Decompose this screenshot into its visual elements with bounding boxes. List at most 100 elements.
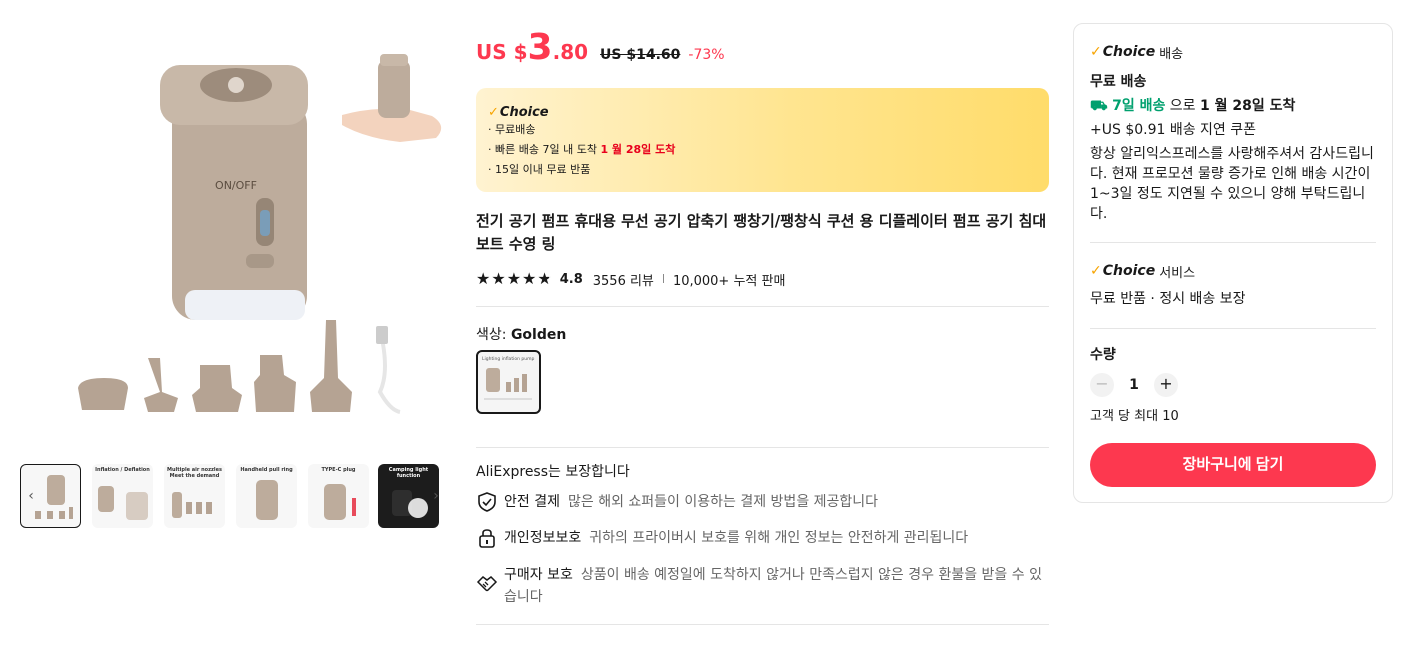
add-to-cart-button[interactable]: 장바구니에 담기	[1090, 443, 1376, 487]
thumbnail-image	[324, 484, 356, 520]
star-icon: ★	[537, 269, 552, 288]
color-swatch-golden[interactable]: Lighting inflation pump	[476, 350, 541, 414]
thumbnail-caption: Inflation / Deflation	[95, 467, 150, 473]
swatch-image: Lighting inflation pump	[482, 356, 534, 400]
choice-logo-text: Choice	[1102, 263, 1156, 279]
sold-count: 10,000+ 누적 판매	[672, 273, 786, 289]
divider	[1090, 328, 1376, 329]
header-suffix: 서비스	[1159, 265, 1196, 281]
assurance-item-secure-payment: 안전 결제 많은 해외 쇼퍼들이 이용하는 결제 방법을 제공합니다	[476, 491, 1049, 513]
sale-price: US $ 3 .80	[476, 30, 588, 66]
assurance-title: AliExpress는 보장합니다	[476, 464, 630, 480]
thumbnail-image	[98, 486, 148, 520]
choice-logo-text: Choice	[1102, 44, 1156, 60]
choice-logo: ✓ Choice	[488, 104, 1037, 120]
assurance-text: 안전 결제 많은 해외 쇼퍼들이 이용하는 결제 방법을 제공합니다	[504, 491, 878, 513]
assurance-item-privacy: 개인정보보호 귀하의 프라이버시 보호를 위해 개인 정보는 안전하게 관리됩니다	[476, 527, 1049, 549]
header-suffix: 배송	[1159, 46, 1184, 62]
truck-icon: ⛟	[1090, 98, 1108, 114]
assurance-desc: 귀하의 프라이버시 보호를 위해 개인 정보는 안전하게 관리됩니다	[589, 530, 969, 546]
thumbnail[interactable]: Handheld pull ring	[236, 464, 297, 528]
chevron-right-icon[interactable]: ›	[428, 486, 444, 506]
delay-coupon: +US $0.91 배송 지연 쿠폰	[1090, 122, 1257, 138]
thumbnail[interactable]: Inflation / Deflation	[92, 464, 153, 528]
chevron-left-icon[interactable]: ‹	[23, 486, 39, 506]
delivery-date: 1 월 28일 도착	[600, 143, 676, 156]
free-shipping-label: 무료 배송	[1090, 74, 1147, 90]
service-text: 무료 반품 · 정시 배송 보장	[1090, 291, 1246, 307]
price-row: US $ 3 .80 US $14.60 -73%	[476, 30, 725, 70]
fast-delivery-text: · 빠른 배송 7일 내 도착	[488, 143, 601, 156]
choice-shipping-header: ✓ Choice 배송	[1090, 42, 1183, 62]
quantity-increase-button[interactable]: +	[1154, 373, 1178, 397]
divider: |	[661, 274, 665, 284]
assurance-name: 구매자 보호	[504, 567, 573, 583]
benefit-free-returns: · 15일 이내 무료 반품	[488, 160, 1037, 180]
product-info: US $ 3 .80 US $14.60 -73% ✓ Choice · 무료배…	[476, 0, 1050, 650]
main-product-image[interactable]: ON/OFF	[60, 40, 460, 435]
original-price: US $14.60	[600, 47, 681, 63]
assurance-desc: 상품이 배송 예정일에 도착하지 않거나 만족스럽지 않은 경우 환불을 받을 …	[504, 567, 1042, 605]
star-icon: ★	[506, 269, 522, 288]
assurance-text: 개인정보보호 귀하의 프라이버시 보호를 위해 개인 정보는 안전하게 관리됩니다	[504, 527, 968, 549]
product-gallery: ON/OFF ‹ Inflation / Deflation Multiple …	[0, 0, 460, 650]
lock-icon	[479, 529, 495, 548]
product-title: 전기 공기 펌프 휴대용 무선 공기 압축기 팽창기/팽창식 쿠션 용 디플레이…	[476, 212, 1047, 253]
benefit-fast-delivery: · 빠른 배송 7일 내 도착 1 월 28일 도착	[488, 140, 1037, 160]
divider	[476, 447, 1049, 448]
rating-score: 4.8	[559, 271, 583, 287]
choice-logo-text: Choice	[499, 104, 549, 120]
onoff-label: ON/OFF	[215, 179, 257, 192]
star-icon: ★	[522, 269, 537, 288]
swatch-caption: Lighting inflation pump	[482, 356, 534, 362]
shipping-notice: 항상 알리익스프레스를 사랑해주셔서 감사드립니다. 현재 프로모션 물량 증가…	[1090, 146, 1374, 222]
assurance-desc: 많은 해외 쇼퍼들이 이용하는 결제 방법을 제공합니다	[567, 494, 879, 510]
purchase-panel: ✓ Choice 배송 무료 배송 ⛟ 7일 배송 으로 1 월 28일 도착 …	[1073, 23, 1393, 503]
color-value: Golden	[510, 327, 567, 343]
thumbnail-caption: Multiple air nozzles Meet the demand	[167, 467, 222, 479]
star-icon: ★	[476, 269, 491, 288]
divider	[476, 306, 1049, 307]
free-returns-days: · 15일 이내	[488, 163, 547, 176]
thumbnail-caption: Camping light function	[388, 467, 429, 479]
color-label-key: 색상:	[476, 327, 511, 343]
free-returns-text: 무료 반품	[546, 163, 591, 176]
quantity-label: 수량	[1090, 347, 1116, 363]
divider	[476, 624, 1049, 625]
price-currency: US $	[476, 40, 528, 64]
thumbnail-strip: ‹ Inflation / Deflation Multiple air noz…	[20, 464, 440, 529]
price-decimal: .80	[552, 40, 589, 64]
rating-row: ★ ★ ★ ★ ★ 4.8 3556 리뷰 | 10,000+ 누적 판매	[476, 268, 785, 290]
delivery-eta: ⛟ 7일 배송 으로 1 월 28일 도착	[1090, 96, 1378, 116]
checkmark-icon: ✓	[488, 104, 499, 120]
thumbnail-caption: TYPE-C plug	[321, 467, 356, 473]
choice-service-header: ✓ Choice 서비스	[1090, 261, 1195, 281]
checkmark-icon: ✓	[1090, 44, 1102, 60]
assurance-name: 개인정보보호	[504, 530, 582, 546]
assurance-text: 구매자 보호 상품이 배송 예정일에 도착하지 않거나 만족스럽지 않은 경우 환…	[504, 564, 1049, 608]
eta-mid: 으로	[1165, 98, 1201, 114]
divider	[1090, 242, 1376, 243]
color-label: 색상: Golden	[476, 324, 566, 344]
checkmark-icon: ✓	[1090, 263, 1102, 279]
eta-fast: 7일 배송	[1112, 98, 1166, 114]
discount-badge: -73%	[688, 47, 725, 63]
eta-date: 1 월 28일 도착	[1200, 98, 1296, 114]
assurance-name: 안전 결제	[504, 494, 560, 510]
quantity-decrease-button[interactable]: −	[1090, 373, 1114, 397]
quantity-value[interactable]: 1	[1114, 377, 1154, 393]
quantity-limit: 고객 당 최대 10	[1090, 409, 1179, 424]
benefit-free-shipping: · 무료배송	[488, 123, 536, 136]
assurance-item-buyer-protection: 구매자 보호 상품이 배송 예정일에 도착하지 않거나 만족스럽지 않은 경우 환…	[476, 564, 1049, 608]
thumbnail-image	[256, 480, 278, 520]
review-count-link[interactable]: 3556 리뷰	[593, 270, 654, 289]
price-integer: 3	[527, 27, 553, 68]
thumbnail[interactable]: TYPE-C plug	[308, 464, 369, 528]
shield-check-icon	[478, 492, 496, 512]
thumbnail[interactable]: Multiple air nozzles Meet the demand	[164, 464, 225, 528]
star-rating[interactable]: ★ ★ ★ ★ ★	[476, 271, 552, 287]
quantity-stepper: − 1 +	[1090, 373, 1178, 397]
star-icon: ★	[491, 269, 506, 288]
thumbnail-caption: Handheld pull ring	[240, 467, 293, 473]
handshake-icon	[476, 576, 498, 592]
